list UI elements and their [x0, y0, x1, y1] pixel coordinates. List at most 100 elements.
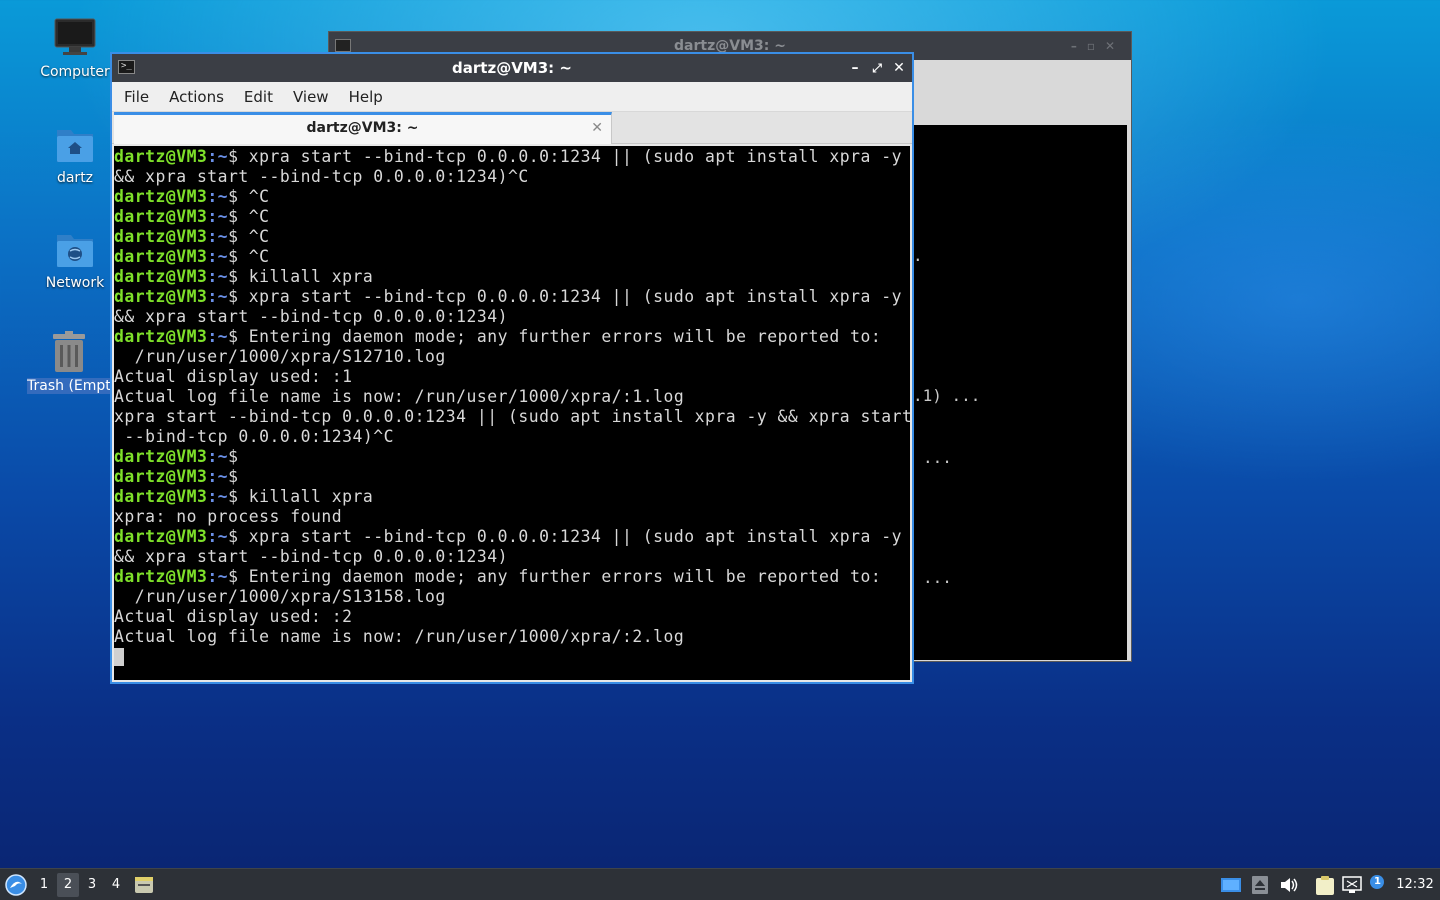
- terminal-text: Actual display used: :1: [114, 367, 353, 386]
- prompt-path: :~: [207, 467, 229, 486]
- close-button[interactable]: ✕: [888, 54, 910, 82]
- terminal-text: && xpra start --bind-tcp 0.0.0.0:1234): [114, 307, 508, 326]
- network-folder-icon: [53, 227, 97, 271]
- home-folder-icon: [53, 122, 97, 166]
- desktop-icon-network[interactable]: Network: [27, 227, 123, 291]
- background-text-fragment: ...: [923, 568, 952, 587]
- terminal-line: dartz@VM3:~$ ^C: [114, 247, 910, 267]
- desktop-icon-trash[interactable]: Trash (Empty): [27, 330, 111, 394]
- prompt-symbol: $: [228, 227, 239, 246]
- terminal-icon: [335, 39, 351, 52]
- prompt-symbol: $: [228, 147, 239, 166]
- prompt-path: :~: [207, 567, 229, 586]
- terminal-text: Actual display used: :2: [114, 607, 353, 626]
- workspace-3[interactable]: 3: [81, 869, 103, 900]
- terminal-text: xpra start --bind-tcp 0.0.0.0:1234 || (s…: [238, 287, 902, 306]
- prompt-path: :~: [207, 187, 229, 206]
- terminal-line: /run/user/1000/xpra/S12710.log: [114, 347, 910, 367]
- terminal-line: dartz@VM3:~$ ^C: [114, 227, 910, 247]
- notification-count: 1: [1374, 876, 1381, 887]
- menu-actions[interactable]: Actions: [159, 88, 234, 106]
- prompt-symbol: $: [228, 527, 239, 546]
- prompt-path: :~: [207, 487, 229, 506]
- menu-bar: File Actions Edit View Help: [112, 82, 912, 112]
- terminal-line: --bind-tcp 0.0.0.0:1234)^C: [114, 427, 910, 447]
- eject-icon[interactable]: [1252, 876, 1268, 898]
- terminal-text: killall xpra: [238, 487, 374, 506]
- desktop-icon-home[interactable]: dartz: [27, 122, 123, 186]
- terminal-line: dartz@VM3:~$: [114, 467, 910, 487]
- prompt-path: :~: [207, 527, 229, 546]
- lubuntu-logo-icon: [5, 874, 27, 896]
- terminal-line: dartz@VM3:~$ ^C: [114, 207, 910, 227]
- display-icon[interactable]: [1221, 876, 1241, 898]
- network-status-icon[interactable]: [1342, 876, 1362, 898]
- prompt-symbol: $: [228, 327, 239, 346]
- workspace-1[interactable]: 1: [33, 869, 55, 900]
- terminal-line: dartz@VM3:~$ xpra start --bind-tcp 0.0.0…: [114, 527, 910, 547]
- workspace-4[interactable]: 4: [105, 869, 127, 900]
- workspace-2[interactable]: 2: [57, 873, 79, 897]
- terminal-text: xpra: no process found: [114, 507, 343, 526]
- clock[interactable]: 12:32: [1392, 869, 1438, 900]
- prompt-symbol: $: [228, 567, 239, 586]
- tab-bar: dartz@VM3: ~ ✕: [112, 112, 912, 144]
- clipboard-icon[interactable]: [1315, 876, 1335, 900]
- terminal-text: ^C: [238, 247, 270, 266]
- tab-title: dartz@VM3: ~: [306, 120, 419, 136]
- terminal-text: /run/user/1000/xpra/S13158.log: [114, 587, 446, 606]
- prompt-user: dartz@VM3: [114, 147, 208, 166]
- start-menu-button[interactable]: [4, 869, 28, 900]
- prompt-path: :~: [207, 207, 229, 226]
- background-text-fragment: .: [913, 246, 923, 265]
- prompt-path: :~: [207, 327, 229, 346]
- terminal-text: ^C: [238, 187, 270, 206]
- prompt-symbol: $: [228, 487, 239, 506]
- terminal-cursor: [114, 648, 124, 666]
- window-title: dartz@VM3: ~: [452, 59, 572, 77]
- terminal-text: Entering daemon mode; any further errors…: [238, 327, 882, 346]
- background-window-controls[interactable]: –▫✕: [1071, 32, 1125, 60]
- terminal-tab[interactable]: dartz@VM3: ~ ✕: [114, 112, 612, 144]
- menu-view[interactable]: View: [283, 88, 339, 106]
- terminal-text: ^C: [238, 227, 270, 246]
- prompt-path: :~: [207, 147, 229, 166]
- terminal-line: Actual display used: :2: [114, 607, 910, 627]
- maximize-button[interactable]: ⤢: [866, 54, 888, 82]
- prompt-path: :~: [207, 287, 229, 306]
- terminal-line: dartz@VM3:~$ xpra start --bind-tcp 0.0.0…: [114, 147, 910, 167]
- terminal-line: && xpra start --bind-tcp 0.0.0.0:1234): [114, 547, 910, 567]
- minimize-button[interactable]: –: [844, 54, 866, 82]
- prompt-user: dartz@VM3: [114, 487, 208, 506]
- prompt-symbol: $: [228, 447, 239, 466]
- terminal-line: dartz@VM3:~$ killall xpra: [114, 267, 910, 287]
- menu-edit[interactable]: Edit: [234, 88, 283, 106]
- desktop-icon-computer[interactable]: Computer: [27, 16, 123, 80]
- terminal-line: Actual display used: :1: [114, 367, 910, 387]
- terminal-output[interactable]: dartz@VM3:~$ xpra start --bind-tcp 0.0.0…: [114, 146, 910, 680]
- terminal-line: dartz@VM3:~$ ^C: [114, 187, 910, 207]
- show-desktop-icon[interactable]: [133, 869, 155, 900]
- volume-icon[interactable]: [1279, 876, 1299, 898]
- window-titlebar[interactable]: >_ dartz@VM3: ~ – ⤢ ✕: [112, 54, 912, 82]
- tab-close-icon[interactable]: ✕: [591, 115, 603, 142]
- terminal-line: dartz@VM3:~$ Entering daemon mode; any f…: [114, 567, 910, 587]
- desktop-icon-label: Trash (Empty): [27, 378, 111, 394]
- terminal-text: --bind-tcp 0.0.0.0:1234)^C: [114, 427, 394, 446]
- terminal-window[interactable]: >_ dartz@VM3: ~ – ⤢ ✕ File Actions Edit …: [110, 52, 914, 684]
- prompt-user: dartz@VM3: [114, 207, 208, 226]
- computer-icon: [53, 16, 97, 60]
- menu-help[interactable]: Help: [339, 88, 393, 106]
- prompt-symbol: $: [228, 267, 239, 286]
- prompt-symbol: $: [228, 247, 239, 266]
- terminal-line: && xpra start --bind-tcp 0.0.0.0:1234)^C: [114, 167, 910, 187]
- notification-icon[interactable]: 1: [1369, 874, 1385, 894]
- prompt-symbol: $: [228, 467, 239, 486]
- prompt-user: dartz@VM3: [114, 327, 208, 346]
- prompt-user: dartz@VM3: [114, 227, 208, 246]
- terminal-line: dartz@VM3:~$ killall xpra: [114, 487, 910, 507]
- terminal-text: /run/user/1000/xpra/S12710.log: [114, 347, 446, 366]
- menu-file[interactable]: File: [114, 88, 159, 106]
- prompt-path: :~: [207, 247, 229, 266]
- prompt-path: :~: [207, 447, 229, 466]
